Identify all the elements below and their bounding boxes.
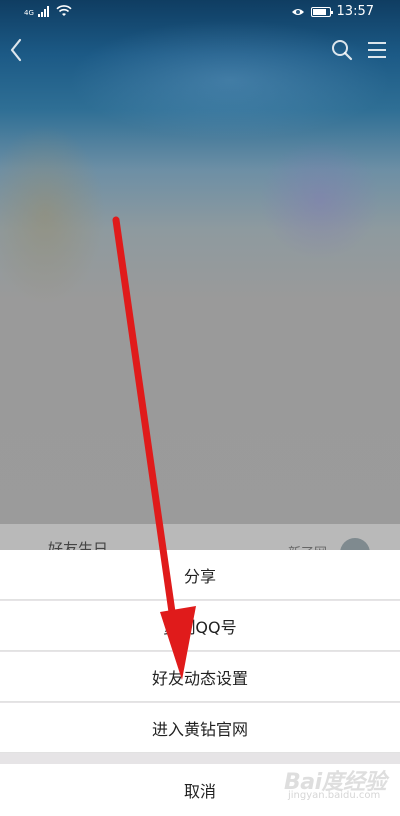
battery-icon [310,6,333,17]
watermark-sub: jingyan.baidu.com [288,790,381,801]
copy-qq-number-button[interactable]: 复制QQ号 [0,601,400,651]
clock: 13:57 [336,4,374,19]
share-button[interactable]: 分享 [0,550,400,600]
status-bar: 4G 13:57 [0,0,400,26]
birthday-section-peek: 好友生日 新了网 [0,524,400,568]
eye-icon [291,8,304,15]
menu-icon[interactable] [366,40,388,60]
wifi-icon [56,5,72,16]
baidu-watermark: Bai度经验 jingyan.baidu.com [282,764,392,804]
friend-feed-settings-button[interactable]: 好友动态设置 [0,652,400,702]
search-icon[interactable] [330,38,354,62]
network-type: 4G [24,9,34,17]
yellow-diamond-site-button[interactable]: 进入黄钻官网 [0,703,400,753]
profile-header [0,30,400,70]
back-icon[interactable] [6,36,26,64]
signal-icon [37,6,49,17]
